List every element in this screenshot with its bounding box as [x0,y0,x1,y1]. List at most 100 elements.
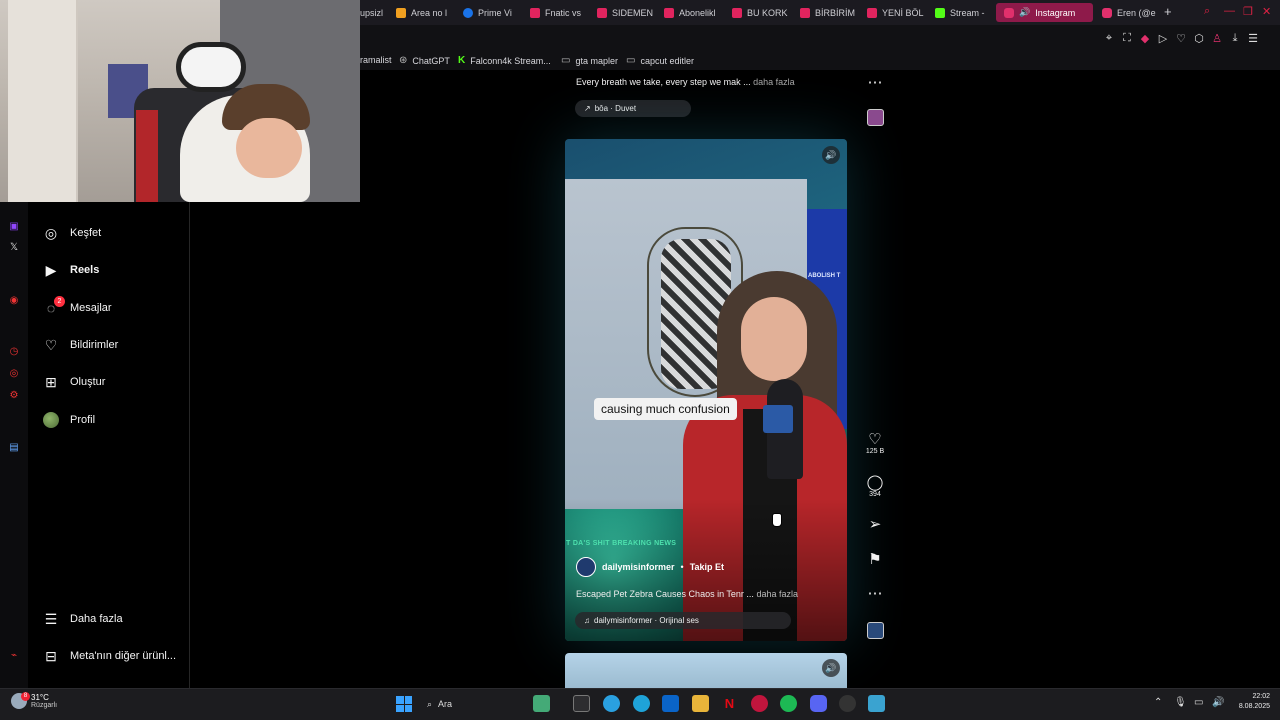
outlook-icon[interactable] [662,695,679,712]
instagram-icon [1102,7,1112,18]
comment-icon[interactable]: ◯ [867,475,884,491]
browser-tab[interactable]: Prime Vi [463,3,521,22]
bookmark-item[interactable]: ramalist [360,55,392,65]
audio-thumbnail[interactable] [867,622,884,639]
spotify-icon[interactable] [780,695,797,712]
opera-gx-icon[interactable] [751,695,768,712]
nav-meta-products[interactable]: ⊟ Meta'nın diğer ürünl... [42,647,176,665]
save-action[interactable]: ⚑ [862,552,888,568]
send-icon[interactable]: ➢ [869,517,882,533]
app-icon[interactable] [839,695,856,712]
share-action[interactable]: ➢ [862,517,888,533]
discord-icon[interactable] [810,695,827,712]
close-icon[interactable]: ✕ [1262,5,1271,18]
bookmark-item[interactable]: K Falconn4k Stream... [458,55,551,66]
next-reel-preview[interactable] [565,653,847,688]
more-options-icon[interactable]: ⋯ [862,586,888,602]
play-icon[interactable]: ▷ [1158,32,1168,45]
author-avatar[interactable] [576,557,596,577]
taskbar-search[interactable]: ⌕ Ara [421,695,541,713]
more-link[interactable]: daha fazla [753,77,795,87]
download-icon[interactable]: ⤓ [1230,32,1240,45]
like-action[interactable]: ♡ 125 B [862,432,888,456]
new-tab-button[interactable]: + [1164,4,1172,19]
browser-tab[interactable]: YENİ BÖL [867,3,925,22]
copilot-icon[interactable] [533,695,550,712]
screenshot-icon[interactable]: ⛶ [1122,32,1132,45]
x-icon[interactable]: 𝕏 [8,242,20,254]
video-screen-text: ABOLISH T [808,273,841,279]
browser-tab[interactable]: BİRBİRİM [800,3,858,22]
pin-icon[interactable]: ⌖ [1104,32,1114,45]
shield-icon[interactable]: ◆ [1140,32,1150,45]
browser-tab-active[interactable]: 🔊 Instagram [996,3,1093,22]
browser-tab[interactable]: Abonelikl [664,3,722,22]
reel-audio[interactable]: ♫ dailymisinformer · Orijinal ses [575,612,791,629]
nav-create[interactable]: ⊞ Oluştur [42,373,105,391]
nav-notifications[interactable]: ♡ Bildirimler [42,336,119,354]
previous-audio-thumbnail[interactable] [867,109,884,126]
maximize-icon[interactable]: ❐ [1243,5,1253,18]
telegram-icon[interactable] [603,695,620,712]
sound-toggle-icon[interactable]: 🔊 [822,146,840,164]
tray-chevron-icon[interactable]: ⌃ [1154,697,1162,708]
heart-outline-icon[interactable]: ♡ [1176,32,1186,45]
bookmark-folder[interactable]: ▭ capcut editler [626,55,694,66]
browser-tab[interactable]: SIDEMEN [597,3,655,22]
browser-tab[interactable]: Eren (@e [1102,3,1158,22]
task-view-icon[interactable] [573,695,590,712]
edge-icon[interactable] [633,695,650,712]
display-icon[interactable]: ▭ [1194,697,1203,708]
search-icon: ⌕ [427,698,433,709]
tab-label: Eren (@e [1117,7,1156,18]
follow-button[interactable]: Takip Et [690,562,724,572]
reels-icon: ▶ [45,261,57,278]
gx-icon[interactable]: ⌁ [8,650,20,662]
comment-action[interactable]: ◯ 394 [862,475,888,499]
bookmark-item[interactable]: ⊛ ChatGPT [399,55,450,66]
sound-toggle-icon[interactable]: 🔊 [822,659,840,677]
browser-tab[interactable]: Area no l [396,3,454,22]
start-button[interactable] [396,696,412,712]
system-clock[interactable]: 22:02 8.08.2025 [1230,692,1270,712]
nav-profile[interactable]: Profil [42,411,95,429]
twitch-icon[interactable]: ▣ [8,221,20,233]
microphone-icon[interactable]: 🎙 [1174,697,1187,708]
youtube-icon[interactable]: ◉ [8,295,20,307]
author-name[interactable]: dailymisinformer [602,562,675,572]
nav-messages[interactable]: ◌ Mesajlar [42,299,112,317]
history-icon[interactable]: ◷ [8,346,20,358]
volume-icon[interactable]: 🔊 [1212,697,1224,708]
grid-icon: ⊟ [45,647,57,664]
bookmark-folder[interactable]: ▭ gta mapler [561,55,618,66]
prev-more-options-icon[interactable]: ⋯ [862,75,888,91]
extensions-icon[interactable]: ⬡ [1194,32,1204,45]
previous-reel-caption: Every breath we take, every step we mak … [576,77,795,87]
settings-app-icon[interactable] [868,695,885,712]
messenger-rail-icon[interactable]: ◎ [8,368,20,380]
browser-tab[interactable]: BU KORK [732,3,790,22]
browser-tab[interactable]: Fnatic vs [530,3,588,22]
browser-tab[interactable]: upsizl [360,3,390,22]
file-explorer-icon[interactable] [692,695,709,712]
heart-icon[interactable]: ♡ [868,432,881,448]
more-link[interactable]: daha fazla [756,589,798,599]
browser-tab[interactable]: Stream - [935,3,990,22]
nav-more[interactable]: ☰ Daha fazla [42,610,123,628]
screen: upsizl Area no l Prime Vi Fnatic vs SIDE… [0,0,1280,720]
weather-widget[interactable]: 31°C Rüzgarlı [11,693,57,709]
tab-favicon-icon [597,7,607,18]
nav-explore[interactable]: ◎ Keşfet [42,224,101,242]
arrow-up-right-icon: ↗ [584,104,591,113]
search-tabs-icon[interactable]: ⌕ [1204,5,1210,18]
app-icon[interactable]: ▤ [8,442,20,454]
settings-icon[interactable]: ⚙ [8,390,20,402]
tab-favicon-icon [530,7,540,18]
previous-reel-audio[interactable]: ↗ bôa · Duvet [575,100,691,117]
netflix-icon[interactable]: N [721,695,738,712]
minimize-icon[interactable]: — [1224,5,1235,17]
bookmark-icon[interactable]: ⚑ [868,552,881,568]
profile-icon[interactable]: ♙ [1212,32,1222,45]
nav-reels[interactable]: ▶ Reels [42,261,100,279]
menu-icon[interactable]: ☰ [1248,32,1258,45]
